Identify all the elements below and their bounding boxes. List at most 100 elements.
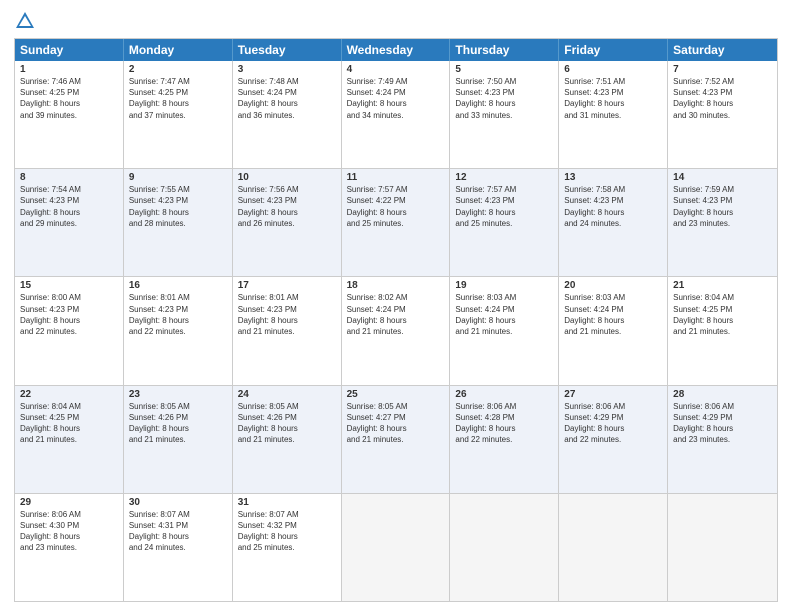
day-info: Sunrise: 7:50 AM Sunset: 4:23 PM Dayligh… [455,76,553,121]
day-number: 3 [238,64,336,75]
day-number: 22 [20,389,118,400]
day-number: 15 [20,280,118,291]
empty-cell-4-4 [450,494,559,601]
day-number: 7 [673,64,772,75]
day-number: 24 [238,389,336,400]
calendar-week-2: 8Sunrise: 7:54 AM Sunset: 4:23 PM Daylig… [15,169,777,277]
day-info: Sunrise: 8:03 AM Sunset: 4:24 PM Dayligh… [564,292,662,337]
calendar-header: SundayMondayTuesdayWednesdayThursdayFrid… [15,39,777,61]
day-number: 20 [564,280,662,291]
day-number: 9 [129,172,227,183]
weekday-header-friday: Friday [559,39,668,61]
day-cell-28: 28Sunrise: 8:06 AM Sunset: 4:29 PM Dayli… [668,386,777,493]
day-cell-25: 25Sunrise: 8:05 AM Sunset: 4:27 PM Dayli… [342,386,451,493]
calendar-body: 1Sunrise: 7:46 AM Sunset: 4:25 PM Daylig… [15,61,777,601]
day-cell-21: 21Sunrise: 8:04 AM Sunset: 4:25 PM Dayli… [668,277,777,384]
day-number: 18 [347,280,445,291]
day-number: 14 [673,172,772,183]
weekday-header-saturday: Saturday [668,39,777,61]
day-cell-9: 9Sunrise: 7:55 AM Sunset: 4:23 PM Daylig… [124,169,233,276]
day-cell-1: 1Sunrise: 7:46 AM Sunset: 4:25 PM Daylig… [15,61,124,168]
day-cell-23: 23Sunrise: 8:05 AM Sunset: 4:26 PM Dayli… [124,386,233,493]
weekday-header-thursday: Thursday [450,39,559,61]
day-number: 1 [20,64,118,75]
day-info: Sunrise: 8:07 AM Sunset: 4:32 PM Dayligh… [238,509,336,554]
day-number: 25 [347,389,445,400]
day-cell-22: 22Sunrise: 8:04 AM Sunset: 4:25 PM Dayli… [15,386,124,493]
weekday-header-monday: Monday [124,39,233,61]
day-number: 5 [455,64,553,75]
empty-cell-4-6 [668,494,777,601]
day-cell-20: 20Sunrise: 8:03 AM Sunset: 4:24 PM Dayli… [559,277,668,384]
day-cell-2: 2Sunrise: 7:47 AM Sunset: 4:25 PM Daylig… [124,61,233,168]
day-cell-6: 6Sunrise: 7:51 AM Sunset: 4:23 PM Daylig… [559,61,668,168]
day-cell-31: 31Sunrise: 8:07 AM Sunset: 4:32 PM Dayli… [233,494,342,601]
day-info: Sunrise: 7:48 AM Sunset: 4:24 PM Dayligh… [238,76,336,121]
day-number: 27 [564,389,662,400]
day-info: Sunrise: 8:01 AM Sunset: 4:23 PM Dayligh… [238,292,336,337]
day-info: Sunrise: 8:06 AM Sunset: 4:29 PM Dayligh… [673,401,772,446]
day-info: Sunrise: 8:06 AM Sunset: 4:29 PM Dayligh… [564,401,662,446]
day-info: Sunrise: 8:05 AM Sunset: 4:26 PM Dayligh… [238,401,336,446]
day-cell-24: 24Sunrise: 8:05 AM Sunset: 4:26 PM Dayli… [233,386,342,493]
calendar-week-5: 29Sunrise: 8:06 AM Sunset: 4:30 PM Dayli… [15,494,777,601]
page: SundayMondayTuesdayWednesdayThursdayFrid… [0,0,792,612]
empty-cell-4-5 [559,494,668,601]
day-cell-4: 4Sunrise: 7:49 AM Sunset: 4:24 PM Daylig… [342,61,451,168]
day-cell-18: 18Sunrise: 8:02 AM Sunset: 4:24 PM Dayli… [342,277,451,384]
day-number: 23 [129,389,227,400]
day-info: Sunrise: 7:59 AM Sunset: 4:23 PM Dayligh… [673,184,772,229]
day-number: 30 [129,497,227,508]
day-info: Sunrise: 7:46 AM Sunset: 4:25 PM Dayligh… [20,76,118,121]
calendar: SundayMondayTuesdayWednesdayThursdayFrid… [14,38,778,602]
day-number: 4 [347,64,445,75]
day-info: Sunrise: 7:47 AM Sunset: 4:25 PM Dayligh… [129,76,227,121]
day-number: 19 [455,280,553,291]
day-cell-5: 5Sunrise: 7:50 AM Sunset: 4:23 PM Daylig… [450,61,559,168]
calendar-week-1: 1Sunrise: 7:46 AM Sunset: 4:25 PM Daylig… [15,61,777,169]
day-number: 12 [455,172,553,183]
day-info: Sunrise: 7:58 AM Sunset: 4:23 PM Dayligh… [564,184,662,229]
day-cell-30: 30Sunrise: 8:07 AM Sunset: 4:31 PM Dayli… [124,494,233,601]
day-number: 26 [455,389,553,400]
logo-icon [14,10,36,32]
weekday-header-tuesday: Tuesday [233,39,342,61]
day-cell-14: 14Sunrise: 7:59 AM Sunset: 4:23 PM Dayli… [668,169,777,276]
day-cell-27: 27Sunrise: 8:06 AM Sunset: 4:29 PM Dayli… [559,386,668,493]
day-cell-15: 15Sunrise: 8:00 AM Sunset: 4:23 PM Dayli… [15,277,124,384]
day-info: Sunrise: 7:54 AM Sunset: 4:23 PM Dayligh… [20,184,118,229]
day-info: Sunrise: 7:57 AM Sunset: 4:23 PM Dayligh… [455,184,553,229]
day-info: Sunrise: 8:04 AM Sunset: 4:25 PM Dayligh… [673,292,772,337]
weekday-header-sunday: Sunday [15,39,124,61]
day-info: Sunrise: 7:49 AM Sunset: 4:24 PM Dayligh… [347,76,445,121]
day-info: Sunrise: 8:07 AM Sunset: 4:31 PM Dayligh… [129,509,227,554]
day-cell-3: 3Sunrise: 7:48 AM Sunset: 4:24 PM Daylig… [233,61,342,168]
day-info: Sunrise: 7:57 AM Sunset: 4:22 PM Dayligh… [347,184,445,229]
day-number: 28 [673,389,772,400]
day-info: Sunrise: 8:02 AM Sunset: 4:24 PM Dayligh… [347,292,445,337]
day-cell-13: 13Sunrise: 7:58 AM Sunset: 4:23 PM Dayli… [559,169,668,276]
day-info: Sunrise: 7:55 AM Sunset: 4:23 PM Dayligh… [129,184,227,229]
day-cell-11: 11Sunrise: 7:57 AM Sunset: 4:22 PM Dayli… [342,169,451,276]
day-info: Sunrise: 8:00 AM Sunset: 4:23 PM Dayligh… [20,292,118,337]
day-number: 21 [673,280,772,291]
logo [14,10,40,32]
weekday-header-wednesday: Wednesday [342,39,451,61]
empty-cell-4-3 [342,494,451,601]
day-number: 13 [564,172,662,183]
day-number: 11 [347,172,445,183]
day-info: Sunrise: 7:52 AM Sunset: 4:23 PM Dayligh… [673,76,772,121]
day-cell-10: 10Sunrise: 7:56 AM Sunset: 4:23 PM Dayli… [233,169,342,276]
day-info: Sunrise: 8:06 AM Sunset: 4:30 PM Dayligh… [20,509,118,554]
day-number: 8 [20,172,118,183]
day-number: 10 [238,172,336,183]
day-info: Sunrise: 8:04 AM Sunset: 4:25 PM Dayligh… [20,401,118,446]
day-cell-26: 26Sunrise: 8:06 AM Sunset: 4:28 PM Dayli… [450,386,559,493]
day-number: 31 [238,497,336,508]
day-cell-19: 19Sunrise: 8:03 AM Sunset: 4:24 PM Dayli… [450,277,559,384]
day-info: Sunrise: 7:56 AM Sunset: 4:23 PM Dayligh… [238,184,336,229]
day-number: 29 [20,497,118,508]
day-number: 6 [564,64,662,75]
day-cell-8: 8Sunrise: 7:54 AM Sunset: 4:23 PM Daylig… [15,169,124,276]
day-number: 16 [129,280,227,291]
